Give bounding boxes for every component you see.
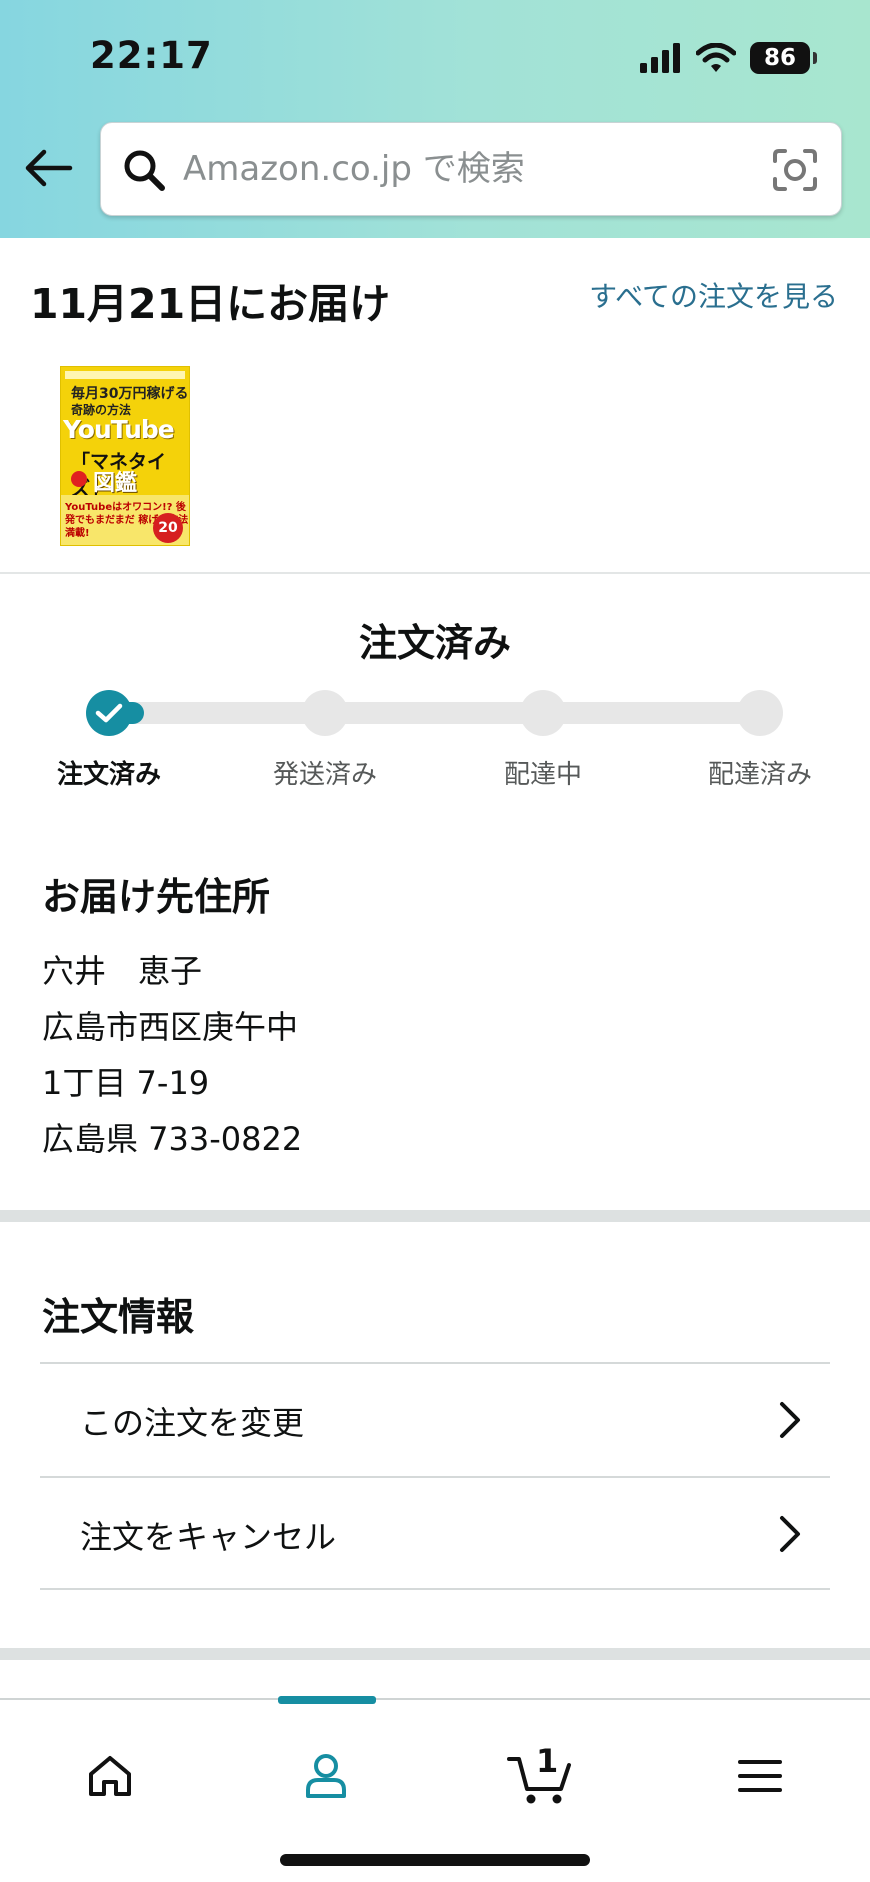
cart-count-badge: 1 bbox=[536, 1742, 559, 1780]
row-divider bbox=[40, 1588, 830, 1590]
status-time: 22:17 bbox=[90, 34, 213, 77]
search-bar[interactable] bbox=[100, 122, 842, 216]
cancel-order-label: 注文をキャンセル bbox=[80, 1518, 337, 1556]
address-line-name: 穴井 恵子 bbox=[42, 952, 203, 990]
nav-selected-indicator bbox=[278, 1696, 376, 1704]
cancel-order-row[interactable]: 注文をキャンセル bbox=[40, 1476, 830, 1590]
all-orders-link[interactable]: すべての注文を見る bbox=[588, 276, 838, 318]
section-divider bbox=[0, 1648, 870, 1660]
address-section-title: お届け先住所 bbox=[42, 875, 271, 919]
home-indicator-bar bbox=[280, 1854, 590, 1866]
step-delivered-dot bbox=[737, 690, 783, 736]
nav-account[interactable] bbox=[266, 1726, 386, 1826]
home-icon bbox=[89, 1756, 131, 1796]
cover-top-band bbox=[65, 371, 185, 379]
menu-icon bbox=[738, 1760, 782, 1792]
delivery-date-title: 11月21日にお届け bbox=[30, 280, 391, 328]
account-icon bbox=[306, 1754, 346, 1798]
product-thumbnail[interactable]: 毎月30万円稼げる 奇跡の方法 YouTube 「マネタイズ」 図鑑 YouTu… bbox=[60, 366, 190, 546]
chevron-right-icon bbox=[780, 1402, 800, 1438]
nav-cart[interactable]: 1 bbox=[482, 1726, 602, 1826]
step-shipped-dot bbox=[302, 690, 348, 736]
step-label-out-for-delivery: 配達中 bbox=[503, 760, 582, 790]
order-status-heading: 注文済み bbox=[358, 621, 511, 665]
address-line-street: 1丁目 7-19 bbox=[42, 1064, 210, 1102]
cover-top-text: 毎月30万円稼げる bbox=[71, 386, 189, 402]
step-label-delivered: 配達済み bbox=[707, 760, 812, 790]
step-out-for-delivery-dot bbox=[520, 690, 566, 736]
battery-indicator: 86 bbox=[750, 42, 817, 74]
camera-scan-icon[interactable] bbox=[771, 147, 819, 193]
step-label-shipped: 発送済み bbox=[272, 760, 377, 790]
address-line-city: 広島市西区庚午中 bbox=[42, 1008, 299, 1046]
step-ordered-check-icon bbox=[86, 690, 132, 736]
cover-play-icon bbox=[71, 471, 87, 487]
nav-menu[interactable] bbox=[700, 1726, 820, 1826]
change-order-row[interactable]: この注文を変更 bbox=[40, 1362, 830, 1476]
cover-badge: 20 bbox=[153, 513, 183, 543]
back-arrow-icon[interactable] bbox=[24, 148, 74, 188]
cover-brand-text: YouTube bbox=[63, 415, 175, 444]
nav-home[interactable] bbox=[50, 1726, 170, 1826]
step-label-ordered: 注文済み bbox=[56, 760, 161, 790]
change-order-label: この注文を変更 bbox=[80, 1404, 305, 1442]
wifi-icon bbox=[696, 43, 736, 72]
divider bbox=[0, 572, 870, 574]
address-line-prefecture: 広島県 733-0822 bbox=[42, 1120, 303, 1158]
section-divider bbox=[0, 1210, 870, 1222]
search-icon bbox=[124, 150, 165, 191]
progress-track bbox=[108, 702, 760, 724]
cellular-signal-icon bbox=[640, 43, 680, 73]
search-input[interactable] bbox=[183, 141, 743, 197]
cover-zukan-text: 図鑑 bbox=[93, 471, 138, 496]
app-header: 22:17 86 bbox=[0, 0, 870, 238]
status-icons: 86 bbox=[640, 40, 817, 76]
bottom-navigation: 1 bbox=[0, 1696, 870, 1882]
order-info-section-title: 注文情報 bbox=[42, 1295, 195, 1339]
chevron-right-icon bbox=[780, 1516, 800, 1552]
